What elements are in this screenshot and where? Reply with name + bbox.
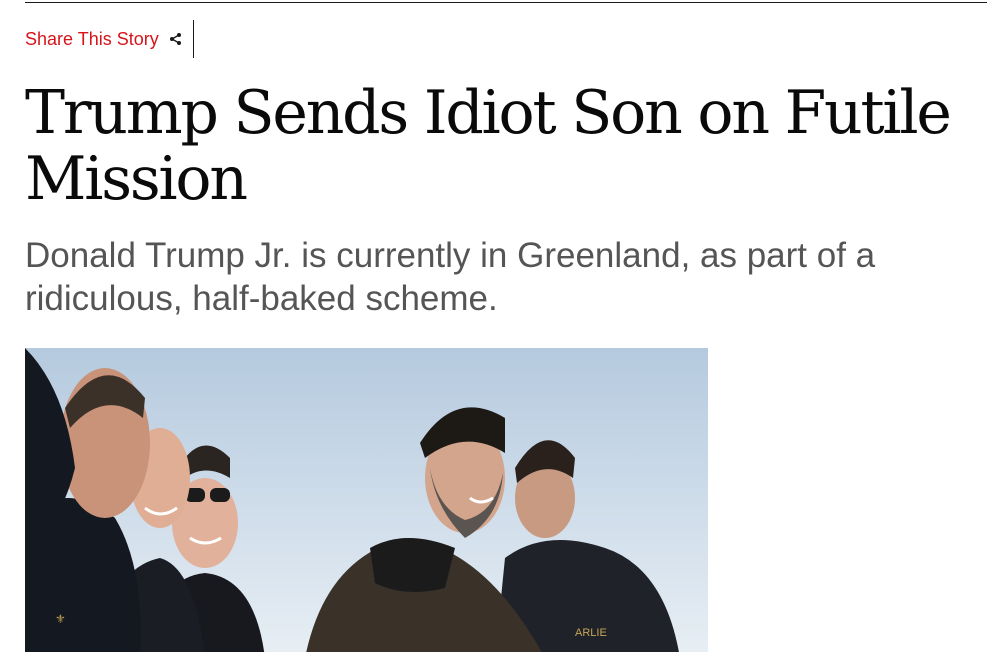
article-dek: Donald Trump Jr. is currently in Greenla… [25,236,876,318]
top-rule [25,2,987,3]
share-story[interactable]: Share This Story [25,20,194,58]
svg-text:⚜: ⚜ [55,612,66,626]
share-story-link[interactable]: Share This Story [25,29,159,50]
hero-badge: ARLIE [575,627,607,639]
hero-image: ARLIE ⚜ [25,348,708,652]
article-headline: Trump Sends Idiot Son on Futile Mission [25,78,952,214]
share-icon[interactable] [169,32,183,46]
share-divider [192,20,194,58]
